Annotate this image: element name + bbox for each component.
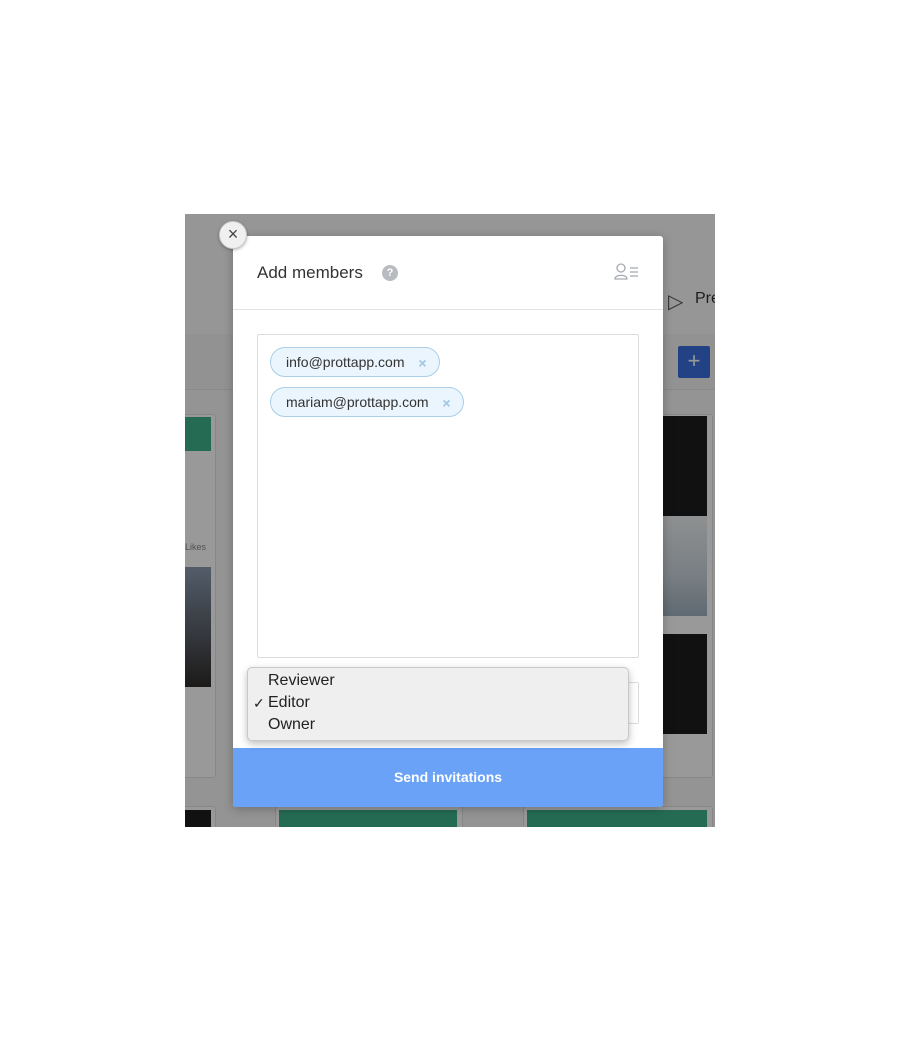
role-option-reviewer[interactable]: Reviewer: [248, 670, 628, 692]
close-icon[interactable]: ×: [219, 221, 247, 249]
role-option-editor[interactable]: ✓ Editor: [248, 692, 628, 714]
question-circle-icon[interactable]: ?: [382, 265, 398, 281]
role-option-owner[interactable]: Owner: [248, 714, 628, 736]
send-invitations-button[interactable]: Send invitations: [233, 748, 663, 807]
email-chip-label: info@prottapp.com: [286, 354, 405, 370]
checkmark-icon: ✓: [253, 695, 265, 711]
email-input-area[interactable]: info@prottapp.com × mariam@prottapp.com …: [257, 334, 639, 658]
modal-title: Add members: [257, 263, 363, 282]
modal-header: Add members ?: [233, 236, 663, 310]
email-chip-label: mariam@prottapp.com: [286, 394, 429, 410]
email-chip: info@prottapp.com ×: [270, 347, 440, 377]
role-dropdown-menu: Reviewer ✓ Editor Owner: [247, 667, 629, 741]
remove-chip-icon[interactable]: ×: [442, 388, 450, 418]
email-chip: mariam@prottapp.com ×: [270, 387, 464, 417]
member-list-icon[interactable]: [614, 262, 640, 282]
remove-chip-icon[interactable]: ×: [418, 348, 426, 378]
